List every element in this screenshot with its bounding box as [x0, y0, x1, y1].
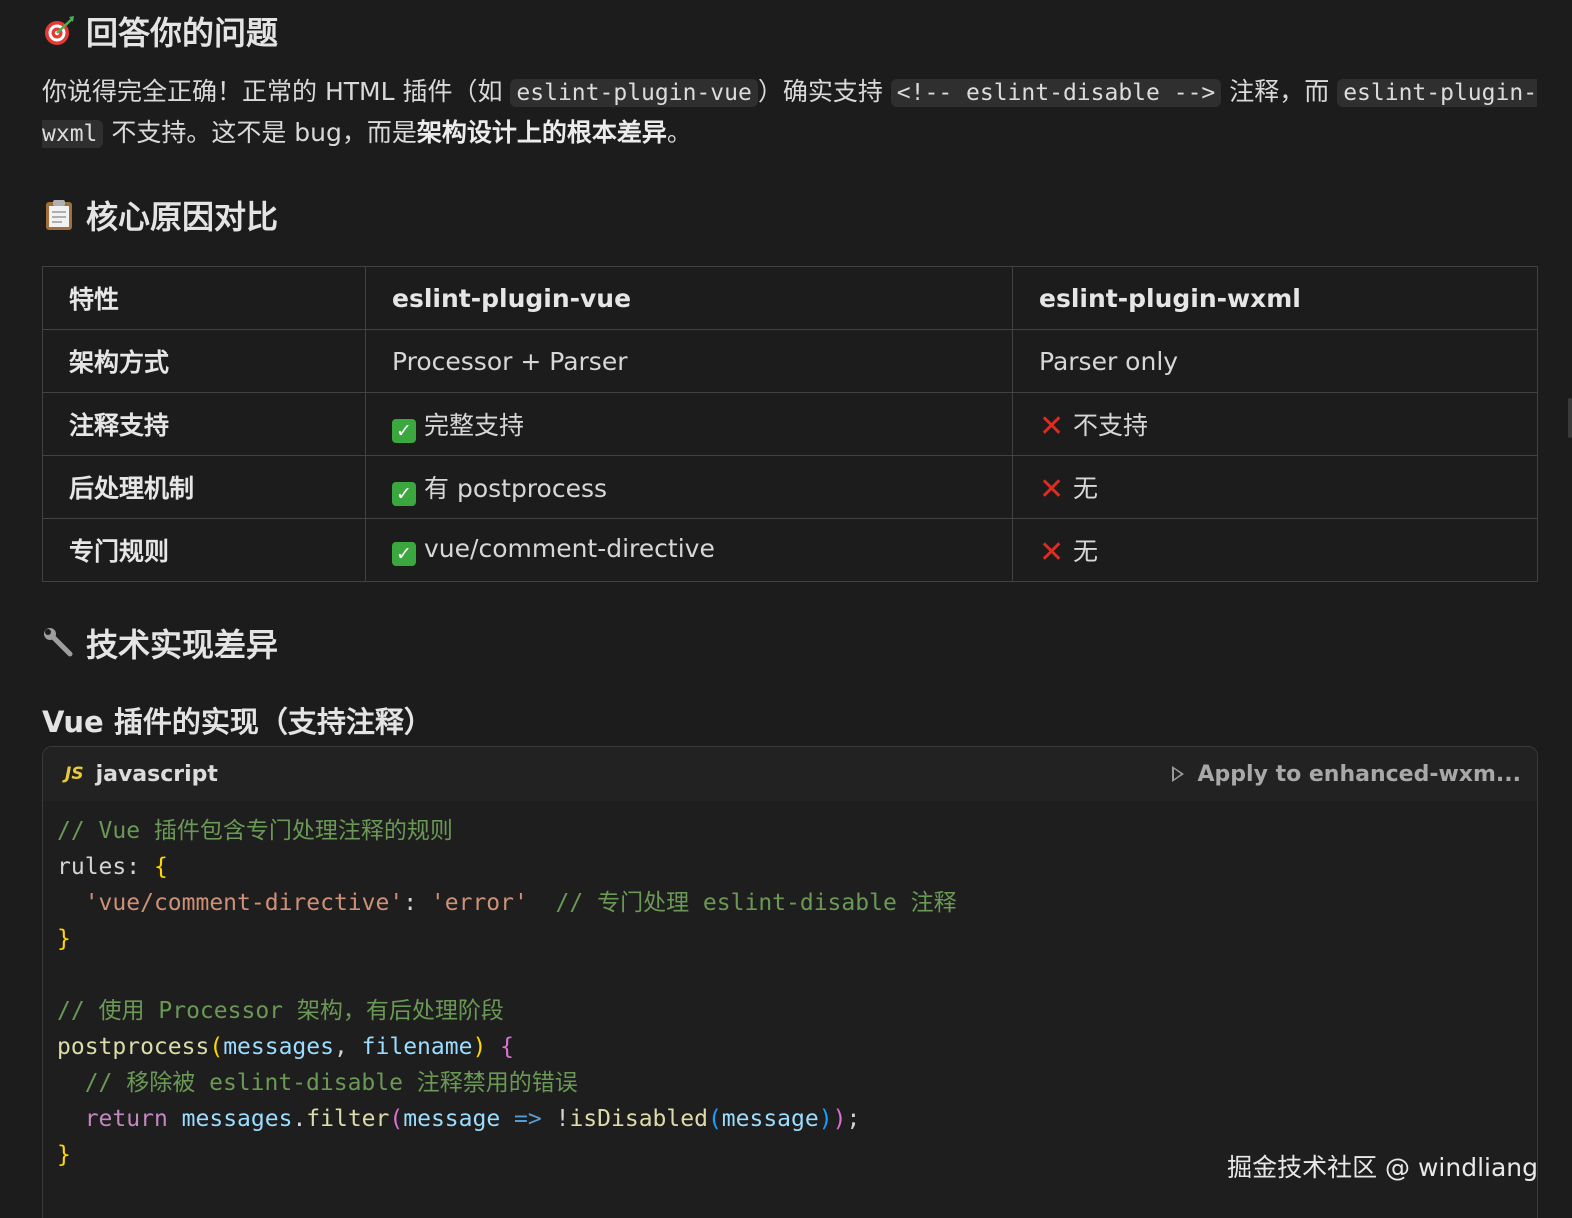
table-cell-vue: Processor + Parser	[365, 329, 1013, 393]
watermark: 掘金技术社区 @ windliang	[1227, 1153, 1538, 1182]
table-cell-feature: 专门规则	[42, 518, 366, 582]
intro-text-5: 。	[666, 118, 692, 147]
table-header-cell: eslint-plugin-vue	[365, 266, 1013, 330]
check-icon: ✓	[392, 542, 416, 566]
table-cell-vue-text: 完整支持	[424, 410, 525, 440]
cross-icon: ✕	[1039, 535, 1065, 570]
table-row: 注释支持 ✓ 完整支持 ✕ 不支持	[42, 392, 1538, 456]
clipboard-icon	[42, 198, 76, 232]
table-cell-vue: ✓ vue/comment-directive	[365, 518, 1013, 582]
check-icon: ✓	[392, 481, 416, 506]
apply-button[interactable]: Apply to enhanced-wxm...	[1171, 761, 1521, 787]
cross-icon: ✕	[1039, 472, 1065, 507]
table-cell-vue: ✓ 完整支持	[365, 392, 1013, 456]
intro-bold: 架构设计上的根本差异	[416, 118, 667, 147]
heading-implementation-text: 技术实现差异	[86, 626, 279, 664]
intro-paragraph: 你说得完全正确！正常的 HTML 插件（如 eslint-plugin-vue）…	[42, 72, 1538, 154]
cross-icon: ✕	[1039, 409, 1065, 444]
table-cell-wxml: ✕ 无	[1012, 455, 1538, 519]
heading-comparison-text: 核心原因对比	[86, 198, 279, 236]
subheading-vue-impl: Vue 插件的实现（支持注释）	[42, 705, 433, 739]
intro-text-1: 你说得完全正确！正常的 HTML 插件（如	[42, 77, 511, 106]
table-cell-wxml-text: 不支持	[1073, 411, 1149, 440]
table-header-cell: 特性	[42, 266, 366, 330]
heading-answer: 回答你的问题	[42, 0, 1538, 62]
inline-code-disable: <!-- eslint-disable -->	[890, 79, 1222, 107]
table-cell-wxml-text: 无	[1073, 537, 1099, 566]
inline-code-vue: eslint-plugin-vue	[510, 79, 758, 107]
check-icon: ✓	[392, 418, 416, 443]
table-cell-wxml: ✕ 不支持	[1012, 392, 1538, 456]
code-language-label: javascript	[95, 761, 218, 787]
intro-text-2: ）确实支持	[757, 77, 891, 106]
code-content: // Vue 插件包含专门处理注释的规则 rules: { 'vue/comme…	[57, 818, 957, 1168]
table-cell-vue-text: 有 postprocess	[424, 473, 608, 503]
table-cell-vue-text: vue/comment-directive	[424, 534, 715, 563]
heading-answer-text: 回答你的问题	[86, 14, 279, 52]
table-cell-feature: 架构方式	[42, 329, 366, 393]
table-cell-feature: 后处理机制	[42, 455, 366, 519]
table-row: 后处理机制 ✓ 有 postprocess ✕ 无	[42, 455, 1538, 519]
intro-text-4: 不支持。这不是 bug，而是	[103, 118, 417, 147]
table-cell-feature: 注释支持	[42, 392, 366, 456]
play-icon	[1171, 766, 1184, 782]
table-cell-wxml-text: 无	[1073, 474, 1099, 503]
heading-comparison: 核心原因对比	[42, 184, 1538, 246]
wrench-icon	[42, 626, 76, 660]
table-cell-wxml: ✕ 无	[1012, 518, 1538, 582]
javascript-icon: JS	[65, 764, 84, 784]
comparison-table: 特性 eslint-plugin-vue eslint-plugin-wxml …	[42, 266, 1538, 582]
table-cell-wxml: Parser only	[1012, 329, 1538, 393]
target-icon	[42, 14, 76, 48]
scrollbar[interactable]	[1568, 398, 1572, 438]
table-row: 架构方式 Processor + Parser Parser only	[42, 329, 1538, 393]
code-language: JS javascript	[65, 762, 218, 787]
table-header-row: 特性 eslint-plugin-vue eslint-plugin-wxml	[42, 266, 1538, 330]
apply-button-label: Apply to enhanced-wxm...	[1197, 761, 1521, 787]
intro-text-3: 注释，而	[1221, 77, 1338, 106]
table-header-cell: eslint-plugin-wxml	[1012, 266, 1538, 330]
chat-message-content: 回答你的问题 你说得完全正确！正常的 HTML 插件（如 eslint-plug…	[42, 0, 1538, 1218]
heading-implementation: 技术实现差异	[42, 612, 1538, 674]
table-cell-vue: ✓ 有 postprocess	[365, 455, 1013, 519]
code-block-header: JS javascript Apply to enhanced-wxm...	[43, 747, 1537, 801]
table-row: 专门规则 ✓ vue/comment-directive ✕ 无	[42, 518, 1538, 582]
